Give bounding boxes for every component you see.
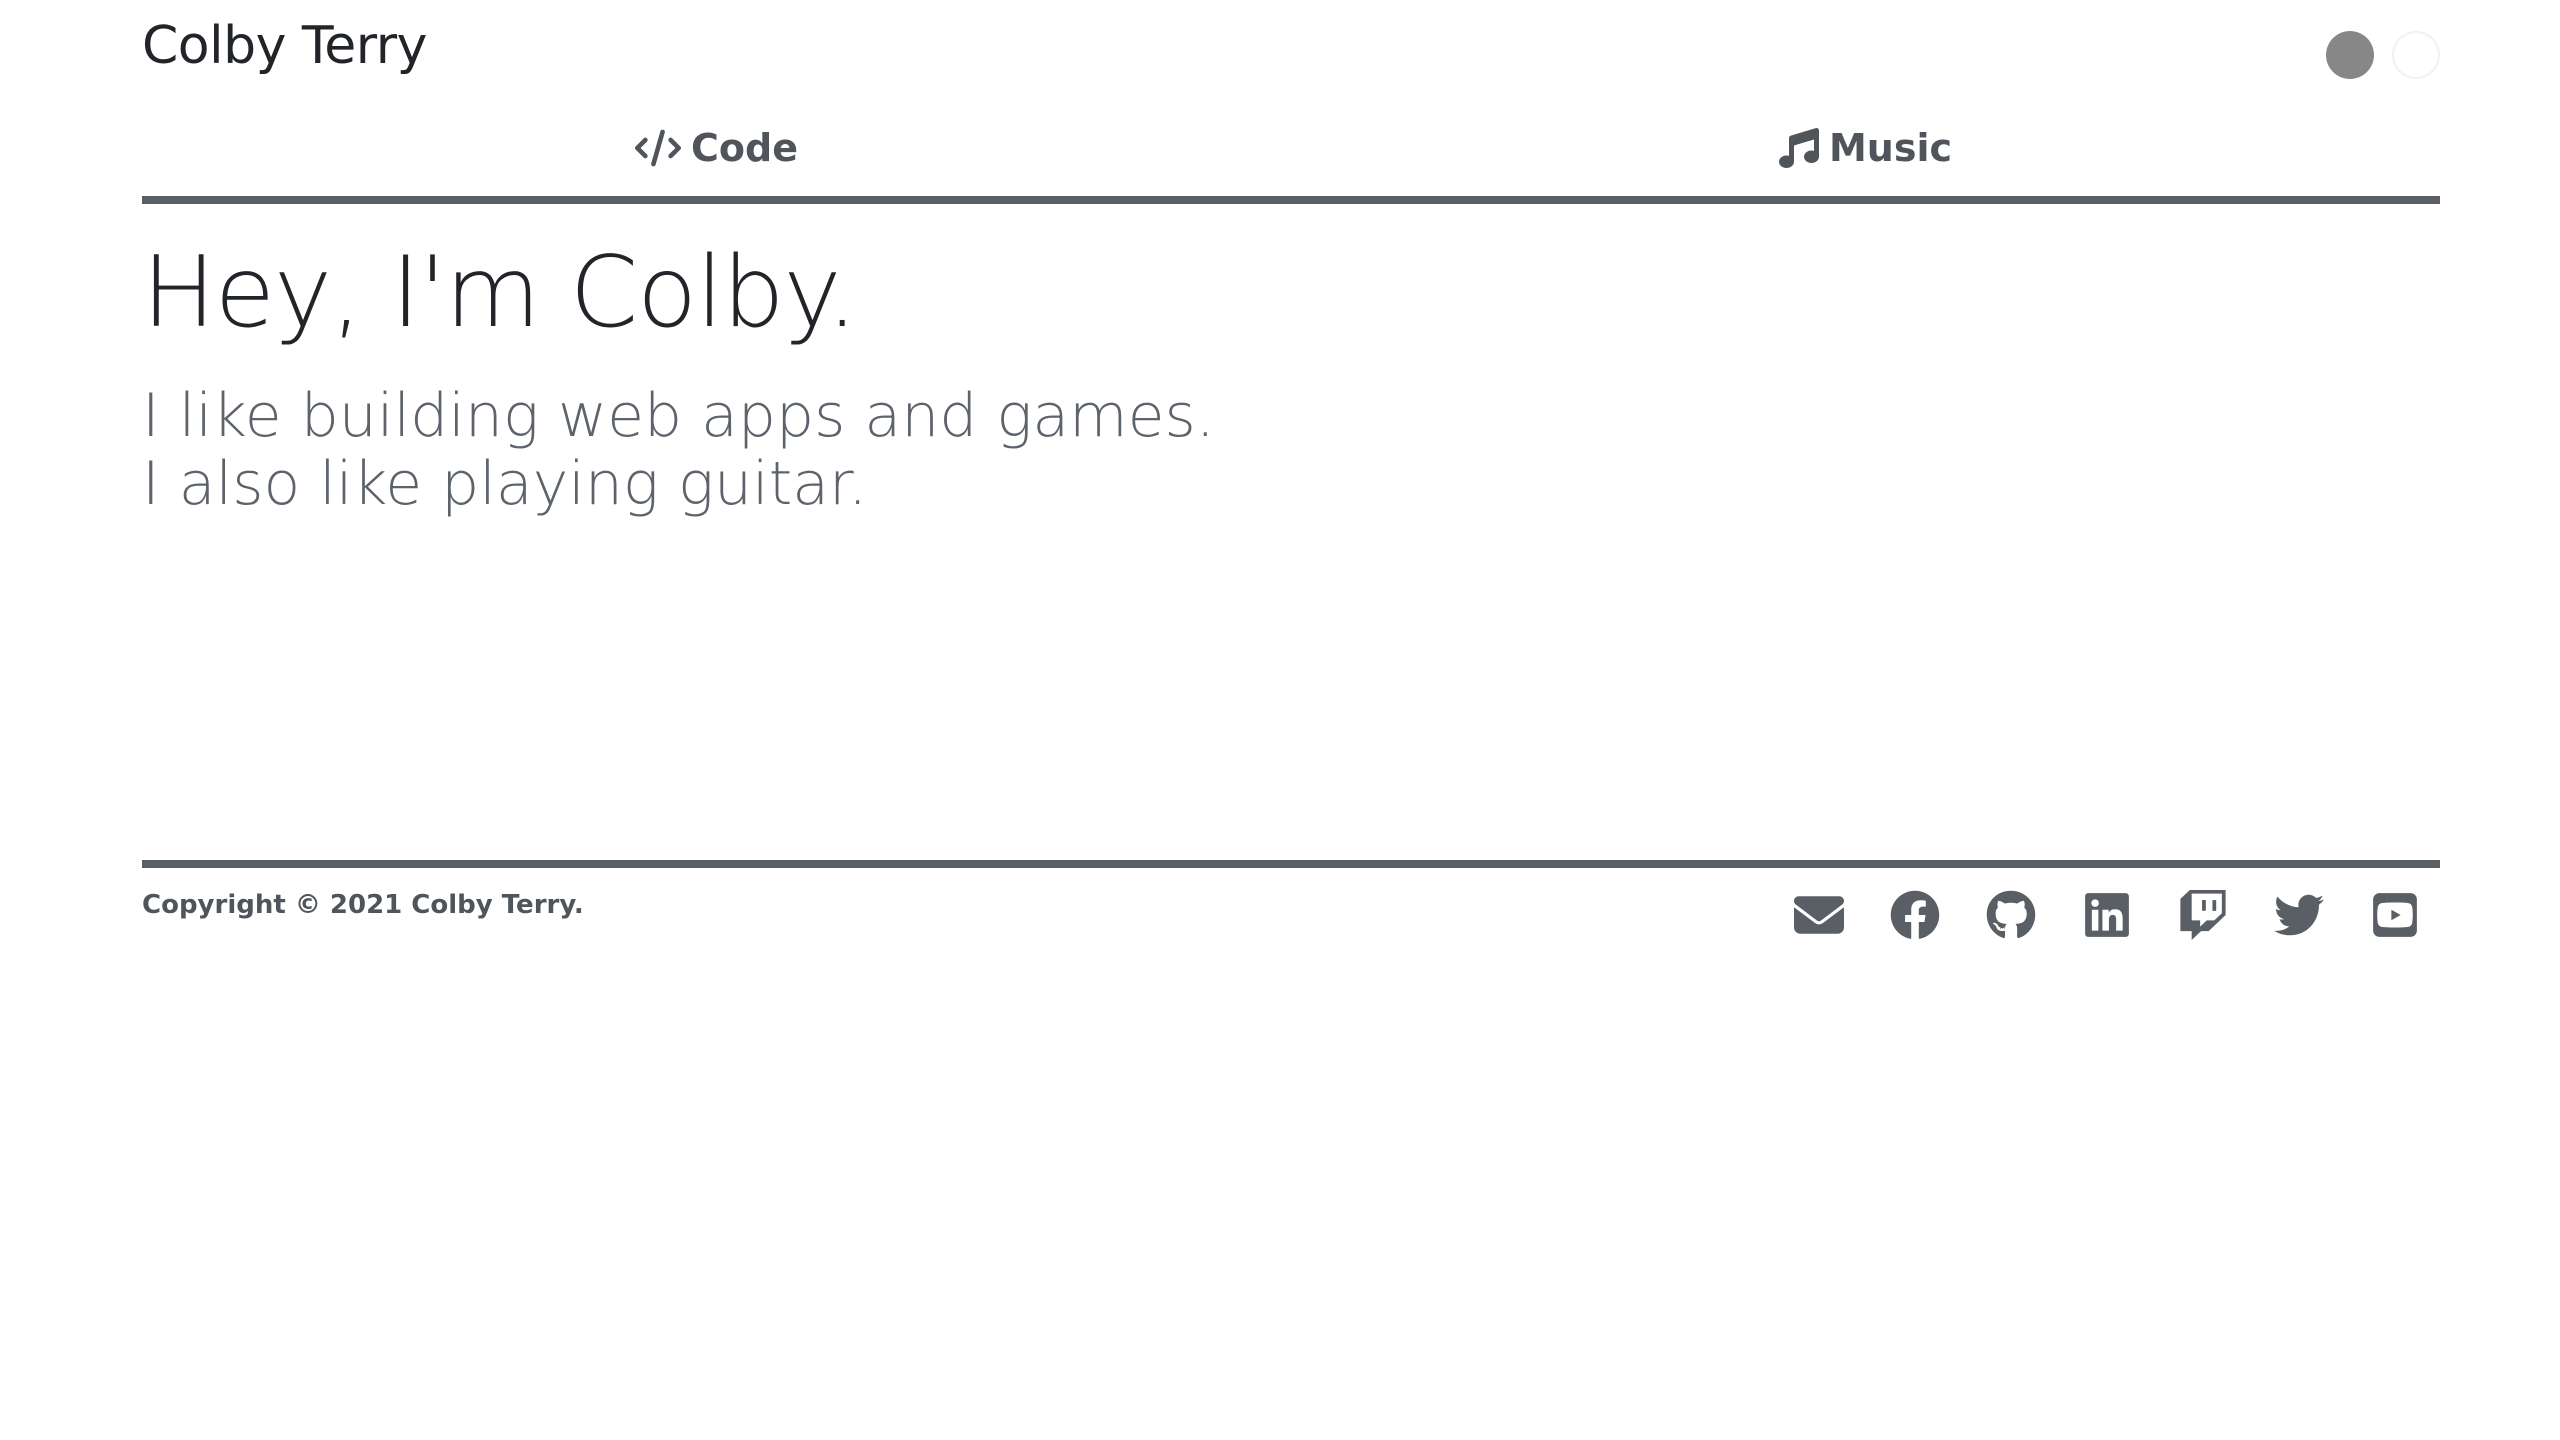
youtube-icon[interactable] (2370, 890, 2420, 940)
twitch-icon[interactable] (2178, 890, 2228, 940)
hero-subtitle: I like building web apps and games. I al… (142, 382, 1215, 518)
light-theme-toggle[interactable] (2392, 31, 2440, 79)
site-title[interactable]: Colby Terry (142, 16, 427, 76)
nav-item-code[interactable]: Code (142, 116, 1291, 180)
page: Colby Terry Code Music Hey, I'm Colby. I… (0, 0, 2560, 1440)
code-icon (635, 129, 682, 167)
nav-item-music-label: Music (1828, 126, 1953, 170)
social-links (1794, 890, 2420, 940)
facebook-icon[interactable] (1890, 890, 1940, 940)
main-container: Colby Terry Code Music Hey, I'm Colby. I… (142, 0, 2440, 940)
dark-theme-toggle[interactable] (2326, 31, 2374, 79)
theme-toggles (2326, 31, 2440, 79)
main-nav: Code Music (142, 116, 2440, 204)
nav-item-code-label: Code (691, 126, 798, 170)
hero-line-2: I also like playing guitar. (142, 449, 868, 519)
hero-line-1: I like building web apps and games. (142, 381, 1215, 451)
site-footer: Copyright © 2021 Colby Terry. (142, 860, 2440, 958)
github-icon[interactable] (1986, 890, 2036, 940)
twitter-icon[interactable] (2274, 890, 2324, 940)
music-note-icon (1778, 128, 1819, 168)
copyright-text: Copyright © 2021 Colby Terry. (142, 890, 584, 920)
email-icon[interactable] (1794, 890, 1844, 940)
hero-title: Hey, I'm Colby. (142, 236, 858, 350)
site-header: Colby Terry (142, 0, 2440, 100)
linkedin-icon[interactable] (2082, 890, 2132, 940)
nav-item-music[interactable]: Music (1291, 116, 2440, 180)
